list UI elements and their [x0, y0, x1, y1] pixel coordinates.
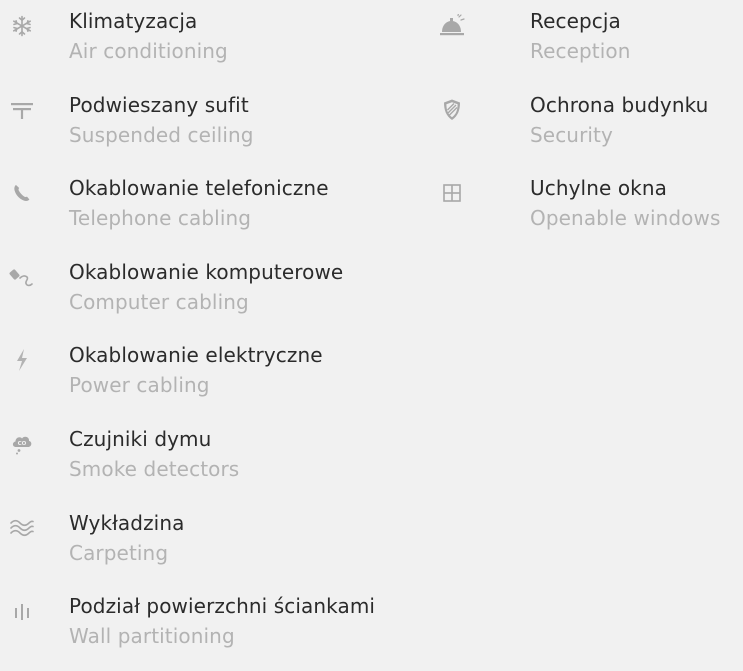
feature-suspended-ceiling: Podwieszany sufit Suspended ceiling — [0, 86, 440, 170]
feature-label-en: Security — [530, 122, 613, 147]
feature-label-en: Computer cabling — [69, 289, 249, 314]
feature-label-pl: Recepcja — [530, 9, 621, 33]
security-shield-icon — [438, 96, 466, 124]
feature-label-pl: Ochrona budynku — [530, 92, 709, 117]
feature-label-en: Power cabling — [69, 373, 210, 398]
feature-label-pl: Okablowanie elektryczne — [69, 343, 323, 368]
features-column-right: Recepcja Reception Ochrona budynku Secur… — [430, 2, 743, 253]
computer-cable-icon — [8, 263, 36, 291]
reception-bell-icon — [438, 12, 466, 40]
carpet-waves-icon — [8, 514, 36, 542]
feature-label-pl: Czujniki dymu — [69, 426, 212, 451]
feature-openable-windows: Uchylne okna Openable windows — [430, 169, 743, 253]
suspended-ceiling-icon — [8, 96, 36, 124]
feature-smoke-detectors: CO Czujniki dymu Smoke detectors — [0, 420, 440, 504]
feature-label-en: Telephone cabling — [69, 206, 252, 231]
feature-power-cabling: Okablowanie elektryczne Power cabling — [0, 336, 440, 420]
feature-label-en: Carpeting — [69, 540, 169, 565]
feature-label-pl: Wykładzina — [69, 510, 185, 535]
feature-label-en: Smoke detectors — [69, 456, 240, 481]
feature-label-en: Suspended ceiling — [69, 122, 254, 147]
lightning-icon — [8, 346, 36, 374]
feature-reception: Recepcja Reception — [430, 2, 743, 86]
feature-label-pl: Uchylne okna — [530, 176, 667, 201]
feature-air-conditioning: Klimatyzacja Air conditioning — [0, 2, 440, 86]
feature-label-pl: Okablowanie komputerowe — [69, 259, 344, 284]
feature-label-pl: Klimatyzacja — [69, 9, 198, 33]
feature-label-en: Air conditioning — [69, 39, 228, 63]
wall-partition-icon — [8, 597, 36, 625]
feature-carpeting: Wykładzina Carpeting — [0, 504, 440, 588]
telephone-icon — [8, 179, 36, 207]
feature-wall-partitioning: Podział powierzchni ściankami Wall parti… — [0, 587, 440, 671]
feature-label-pl: Podział powierzchni ściankami — [69, 594, 376, 619]
feature-security: Ochrona budynku Security — [430, 86, 743, 170]
features-column-left: Klimatyzacja Air conditioning Podwieszan… — [0, 2, 440, 671]
svg-text:CO: CO — [18, 441, 27, 447]
feature-telephone-cabling: Okablowanie telefoniczne Telephone cabli… — [0, 169, 440, 253]
feature-computer-cabling: Okablowanie komputerowe Computer cabling — [0, 253, 440, 337]
feature-label-pl: Podwieszany sufit — [69, 92, 249, 117]
feature-label-en: Openable windows — [530, 206, 721, 231]
feature-label-en: Reception — [530, 39, 631, 63]
window-icon — [438, 179, 466, 207]
feature-label-pl: Okablowanie telefoniczne — [69, 176, 329, 201]
feature-label-en: Wall partitioning — [69, 624, 235, 649]
snowflake-icon — [8, 12, 36, 40]
smoke-detector-icon: CO — [8, 430, 36, 458]
